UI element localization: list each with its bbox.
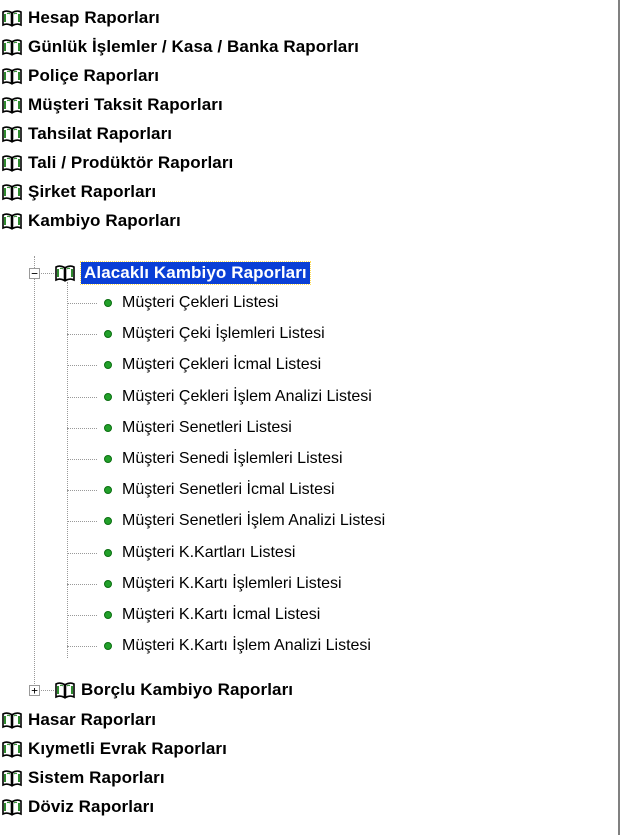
book-icon — [2, 154, 22, 172]
list-item-label: Müşteri Senetleri Listesi — [122, 419, 292, 436]
tree-line — [67, 490, 97, 491]
tree-line — [67, 303, 97, 304]
tree-item-label: Hasar Raporları — [28, 710, 157, 729]
collapse-toggle[interactable]: − — [29, 268, 40, 279]
bullet-icon — [104, 424, 112, 432]
tree-line — [67, 334, 97, 335]
book-icon — [2, 212, 22, 230]
bullet-icon — [104, 299, 112, 307]
tree-item-hasar[interactable]: Hasar Raporları — [2, 704, 156, 736]
list-item-label: Müşteri Senetleri İşlem Analizi Listesi — [122, 512, 386, 529]
tree-item-label: Şirket Raporları — [28, 182, 157, 201]
tree-item-label: Müşteri Taksit Raporları — [28, 95, 223, 114]
bullet-icon — [104, 393, 112, 401]
bullet-icon — [104, 517, 112, 525]
book-icon — [2, 96, 22, 114]
list-item-label: Müşteri K.Kartları Listesi — [122, 544, 296, 561]
tree-item-label: Hesap Raporları — [28, 8, 160, 27]
tree-item-gunluk[interactable]: Günlük İşlemler / Kasa / Banka Raporları — [2, 31, 359, 63]
tree-item-label: Tali / Prodüktör Raporları — [28, 153, 234, 172]
bullet-icon — [104, 330, 112, 338]
bullet-icon — [104, 549, 112, 557]
tree-item-label: Kambiyo Raporları — [28, 211, 181, 230]
bullet-icon — [104, 580, 112, 588]
book-icon — [2, 711, 22, 729]
tree-item-label: Sistem Raporları — [28, 768, 165, 787]
tree-line — [67, 584, 97, 585]
tree-line — [67, 459, 97, 460]
tree-item-label: Borçlu Kambiyo Raporları — [81, 680, 294, 699]
bullet-icon — [104, 611, 112, 619]
list-item[interactable]: Müşteri Çeki İşlemleri Listesi — [104, 318, 325, 350]
tree-item-kiymetli-evrak[interactable]: Kıymetli Evrak Raporları — [2, 733, 227, 765]
book-icon — [2, 9, 22, 27]
list-item-label: Müşteri Çeki İşlemleri Listesi — [122, 325, 325, 342]
bullet-icon — [104, 455, 112, 463]
tree-item-label: Günlük İşlemler / Kasa / Banka Raporları — [28, 37, 359, 56]
tree-item-hesap[interactable]: Hesap Raporları — [2, 2, 160, 34]
book-icon — [2, 38, 22, 56]
list-item-label: Müşteri Çekleri İşlem Analizi Listesi — [122, 388, 372, 405]
tree-line — [67, 365, 97, 366]
list-item[interactable]: Müşteri Senedi İşlemleri Listesi — [104, 443, 343, 475]
tree-item-police[interactable]: Poliçe Raporları — [2, 60, 159, 92]
tree-item-label: Poliçe Raporları — [28, 66, 160, 85]
tree-item-sistem[interactable]: Sistem Raporları — [2, 762, 165, 794]
tree-item-label: Kıymetli Evrak Raporları — [28, 739, 227, 758]
book-icon — [2, 740, 22, 758]
book-icon — [2, 769, 22, 787]
book-icon — [2, 67, 22, 85]
list-item[interactable]: Müşteri K.Kartları Listesi — [104, 537, 295, 569]
tree-item-alacakli-kambiyo[interactable]: Alacaklı Kambiyo Raporları — [55, 257, 311, 289]
book-icon — [2, 798, 22, 816]
list-item-label: Müşteri K.Kartı İşlem Analizi Listesi — [122, 637, 371, 654]
book-icon — [2, 183, 22, 201]
tree-line — [67, 282, 68, 658]
list-item-label: Müşteri Senetleri İcmal Listesi — [122, 481, 335, 498]
list-item[interactable]: Müşteri K.Kartı İşlem Analizi Listesi — [104, 630, 371, 662]
list-item[interactable]: Müşteri Çekleri İcmal Listesi — [104, 349, 321, 381]
tree-item-tahsilat[interactable]: Tahsilat Raporları — [2, 118, 172, 150]
list-item[interactable]: Müşteri K.Kartı İşlemleri Listesi — [104, 568, 342, 600]
tree-item-label: Tahsilat Raporları — [28, 124, 173, 143]
tree-item-borclu-kambiyo[interactable]: Borçlu Kambiyo Raporları — [55, 674, 293, 706]
book-icon — [55, 681, 75, 699]
tree-line — [67, 521, 97, 522]
tree-item-kambiyo[interactable]: Kambiyo Raporları — [2, 205, 181, 237]
list-item[interactable]: Müşteri Senetleri İcmal Listesi — [104, 474, 335, 506]
tree-item-label: Döviz Raporları — [28, 797, 155, 816]
expand-toggle[interactable]: + — [29, 685, 40, 696]
tree-item-tali[interactable]: Tali / Prodüktör Raporları — [2, 147, 233, 179]
list-item-label: Müşteri K.Kartı İşlemleri Listesi — [122, 575, 342, 592]
tree-line — [67, 553, 97, 554]
tree-line — [67, 646, 97, 647]
bullet-icon — [104, 486, 112, 494]
tree-item-doviz[interactable]: Döviz Raporları — [2, 791, 154, 823]
bullet-icon — [104, 361, 112, 369]
tree-item-sirket[interactable]: Şirket Raporları — [2, 176, 156, 208]
list-item[interactable]: Müşteri Çekleri Listesi — [104, 287, 278, 319]
tree-line — [67, 428, 97, 429]
list-item[interactable]: Müşteri Çekleri İşlem Analizi Listesi — [104, 381, 372, 413]
list-item-label: Müşteri Çekleri Listesi — [122, 294, 279, 311]
list-item[interactable]: Müşteri Senetleri İşlem Analizi Listesi — [104, 505, 385, 537]
list-item-label: Müşteri Çekleri İcmal Listesi — [122, 356, 322, 373]
list-item[interactable]: Müşteri Senetleri Listesi — [104, 412, 292, 444]
tree-item-musteri-taksit[interactable]: Müşteri Taksit Raporları — [2, 89, 223, 121]
tree-line — [34, 256, 35, 690]
tree-item-label-selected: Alacaklı Kambiyo Raporları — [80, 261, 311, 285]
list-item-label: Müşteri Senedi İşlemleri Listesi — [122, 450, 343, 467]
book-icon — [2, 125, 22, 143]
tree-line — [67, 397, 97, 398]
book-icon — [55, 264, 75, 282]
tree-line — [67, 615, 97, 616]
report-tree[interactable]: Hesap Raporları Günlük İşlemler / Kasa /… — [0, 0, 620, 835]
list-item-label: Müşteri K.Kartı İcmal Listesi — [122, 606, 321, 623]
list-item[interactable]: Müşteri K.Kartı İcmal Listesi — [104, 599, 320, 631]
bullet-icon — [104, 642, 112, 650]
